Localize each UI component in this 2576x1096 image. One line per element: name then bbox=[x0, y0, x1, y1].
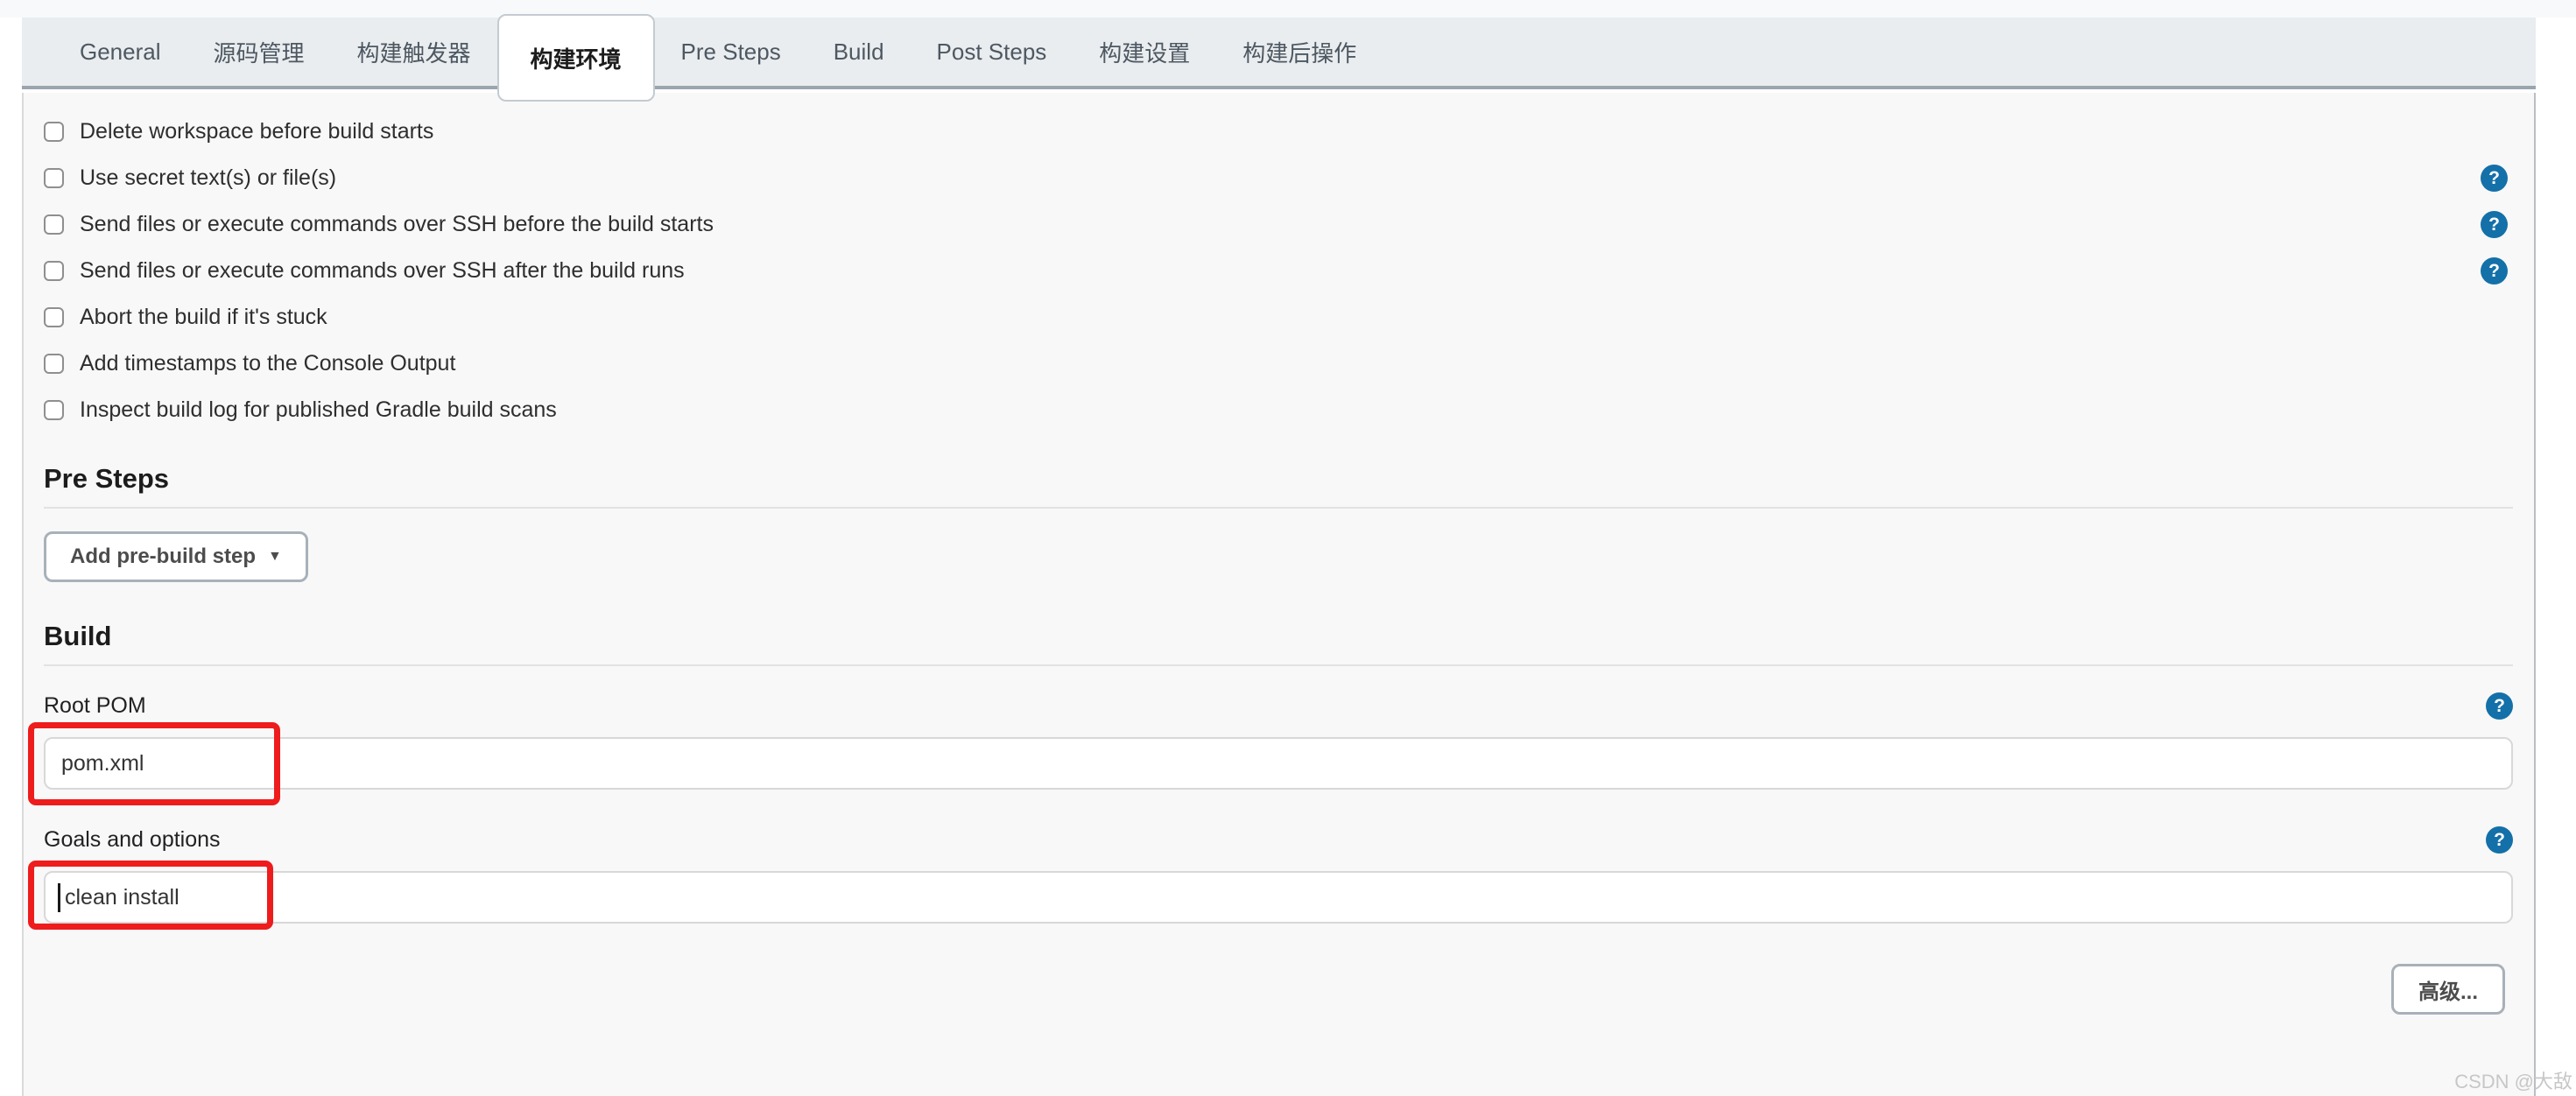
goals-label-row: Goals and options ? bbox=[44, 826, 2513, 854]
text-cursor bbox=[58, 883, 60, 912]
ssh-before-build-checkbox[interactable] bbox=[44, 214, 64, 235]
option-use-secret: Use secret text(s) or file(s) ? bbox=[44, 155, 2513, 201]
pre-steps-heading: Pre Steps bbox=[44, 463, 2513, 495]
add-pre-build-step-button[interactable]: Add pre-build step ▼ bbox=[44, 531, 308, 582]
option-ssh-after-build: Send files or execute commands over SSH … bbox=[44, 248, 2513, 294]
abort-stuck-checkbox[interactable] bbox=[44, 307, 64, 327]
use-secret-checkbox[interactable] bbox=[44, 168, 64, 188]
advanced-button-row: 高级... bbox=[44, 964, 2513, 1015]
checkbox-label[interactable]: Add timestamps to the Console Output bbox=[80, 351, 455, 376]
advanced-button[interactable]: 高级... bbox=[2391, 964, 2505, 1015]
goals-and-options-input[interactable] bbox=[44, 871, 2513, 924]
tab-post-build-actions[interactable]: 构建后操作 bbox=[1216, 18, 1383, 86]
goals-field-wrap bbox=[44, 871, 2513, 924]
checkbox-label[interactable]: Inspect build log for published Gradle b… bbox=[80, 397, 557, 423]
config-tabbar: General 源码管理 构建触发器 构建环境 Pre Steps Build … bbox=[22, 18, 2536, 89]
delete-workspace-checkbox[interactable] bbox=[44, 122, 64, 142]
tab-build-triggers[interactable]: 构建触发器 bbox=[331, 18, 497, 86]
add-timestamps-checkbox[interactable] bbox=[44, 354, 64, 374]
build-heading: Build bbox=[44, 621, 2513, 652]
tab-source-code-management[interactable]: 源码管理 bbox=[187, 18, 331, 86]
option-ssh-before-build: Send files or execute commands over SSH … bbox=[44, 201, 2513, 248]
tab-build-environment[interactable]: 构建环境 bbox=[497, 14, 655, 102]
help-icon[interactable]: ? bbox=[2481, 257, 2508, 285]
section-divider bbox=[44, 507, 2513, 509]
checkbox-label[interactable]: Use secret text(s) or file(s) bbox=[80, 165, 336, 191]
jenkins-config-page: General 源码管理 构建触发器 构建环境 Pre Steps Build … bbox=[0, 0, 2576, 1096]
tab-post-steps[interactable]: Post Steps bbox=[911, 18, 1073, 86]
help-icon[interactable]: ? bbox=[2486, 826, 2513, 854]
build-environment-panel: Delete workspace before build starts Use… bbox=[22, 93, 2536, 1096]
top-margin-band bbox=[0, 0, 2576, 18]
tab-pre-steps[interactable]: Pre Steps bbox=[655, 18, 807, 86]
root-pom-input[interactable] bbox=[44, 737, 2513, 790]
tab-build-settings[interactable]: 构建设置 bbox=[1073, 18, 1216, 86]
checkbox-label[interactable]: Send files or execute commands over SSH … bbox=[80, 258, 685, 284]
csdn-watermark: CSDN @大敌 bbox=[2454, 1066, 2572, 1094]
build-environment-options: Delete workspace before build starts Use… bbox=[44, 93, 2513, 433]
root-pom-label: Root POM bbox=[44, 693, 146, 719]
root-pom-label-row: Root POM ? bbox=[44, 692, 2513, 720]
tab-build[interactable]: Build bbox=[807, 18, 911, 86]
add-pre-build-step-label: Add pre-build step bbox=[70, 544, 256, 569]
inspect-gradle-log-checkbox[interactable] bbox=[44, 400, 64, 420]
root-pom-field-wrap bbox=[44, 737, 2513, 790]
checkbox-label[interactable]: Abort the build if it's stuck bbox=[80, 305, 327, 330]
checkbox-label[interactable]: Send files or execute commands over SSH … bbox=[80, 212, 714, 237]
chevron-down-icon: ▼ bbox=[268, 549, 282, 565]
tab-general[interactable]: General bbox=[53, 18, 187, 86]
ssh-after-build-checkbox[interactable] bbox=[44, 261, 64, 281]
checkbox-label[interactable]: Delete workspace before build starts bbox=[80, 119, 433, 144]
option-abort-stuck: Abort the build if it's stuck bbox=[44, 294, 2513, 341]
help-icon[interactable]: ? bbox=[2481, 211, 2508, 238]
config-container: General 源码管理 构建触发器 构建环境 Pre Steps Build … bbox=[22, 18, 2536, 1096]
option-inspect-gradle-log: Inspect build log for published Gradle b… bbox=[44, 387, 2513, 433]
help-icon[interactable]: ? bbox=[2486, 692, 2513, 720]
option-add-timestamps: Add timestamps to the Console Output bbox=[44, 341, 2513, 387]
option-delete-workspace: Delete workspace before build starts bbox=[44, 109, 2513, 155]
help-icon[interactable]: ? bbox=[2481, 165, 2508, 192]
section-divider bbox=[44, 664, 2513, 666]
goals-and-options-label: Goals and options bbox=[44, 827, 221, 853]
